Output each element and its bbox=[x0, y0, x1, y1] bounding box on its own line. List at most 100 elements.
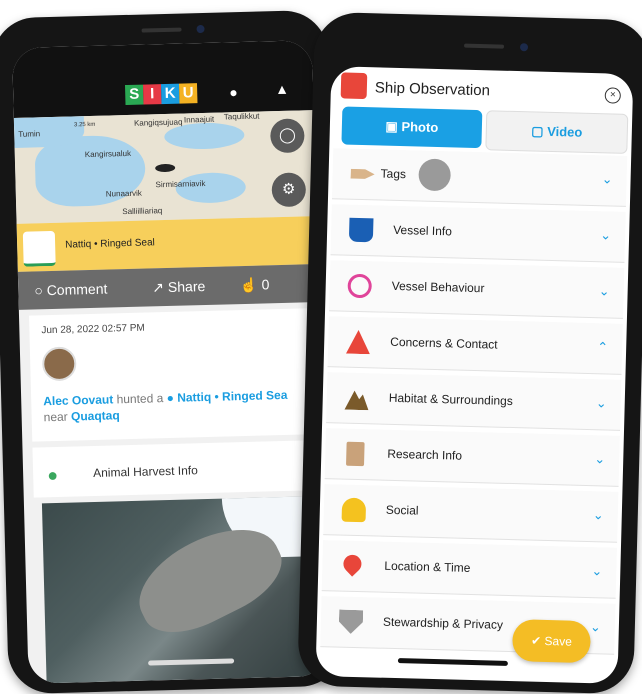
tab-photo[interactable]: ▣ Photo bbox=[341, 106, 483, 149]
check-circle-icon: ✔ bbox=[530, 633, 545, 648]
map-label: Taqulikkut bbox=[223, 111, 260, 122]
seal-marker-icon[interactable] bbox=[155, 163, 176, 173]
siku-logo[interactable]: S I K U bbox=[124, 83, 198, 106]
section-tags[interactable]: Tags ⌄ bbox=[331, 148, 628, 207]
species-link[interactable]: Nattiq • Ringed Sea bbox=[177, 388, 288, 405]
vessel-behaviour-icon bbox=[347, 273, 373, 299]
section-research-info[interactable]: Research Info ⌄ bbox=[324, 428, 620, 487]
chevron-up-icon: ⌃ bbox=[597, 339, 609, 355]
post-text: Alec Oovaut hunted a ● Nattiq • Ringed S… bbox=[43, 386, 324, 425]
section-label: Stewardship & Privacy bbox=[382, 614, 504, 632]
thumbs-up-icon: ☝ bbox=[240, 276, 262, 294]
map-label: Kangiqsujuaq bbox=[133, 117, 183, 128]
section-label: Concerns & Contact bbox=[390, 334, 498, 352]
map-view[interactable]: Tumin 3.25 km Kangiqsujuaq Innaajuit Taq… bbox=[13, 110, 317, 224]
logo-letter-i: I bbox=[142, 84, 162, 105]
section-label: Vessel Info bbox=[393, 222, 453, 239]
ship-icon bbox=[348, 217, 374, 243]
logo-letter-k: K bbox=[160, 83, 180, 105]
chat-bubble-icon[interactable]: ● bbox=[229, 84, 238, 100]
logo-letter-s: S bbox=[124, 84, 144, 106]
section-social[interactable]: Social ⌄ bbox=[323, 484, 619, 543]
right-phone: Ship Observation × ▣ Photo ▢ Video Tags … bbox=[297, 11, 642, 694]
chevron-down-icon: ⌄ bbox=[594, 451, 606, 467]
section-location-time[interactable]: Location & Time ⌄ bbox=[321, 540, 617, 599]
section-label: Social bbox=[385, 502, 419, 518]
seal-thumbnail-icon bbox=[22, 230, 56, 267]
speaker-grille bbox=[463, 43, 505, 49]
section-label: Location & Time bbox=[384, 558, 471, 575]
shield-icon bbox=[339, 610, 364, 635]
ship-observation-screen: Ship Observation × ▣ Photo ▢ Video Tags … bbox=[315, 66, 634, 684]
section-vessel-behaviour[interactable]: Vessel Behaviour ⌄ bbox=[329, 260, 625, 319]
chevron-down-icon: ⌄ bbox=[591, 563, 603, 579]
section-label: Vessel Behaviour bbox=[391, 278, 485, 296]
location-pin-icon bbox=[339, 551, 366, 577]
observation-banner[interactable]: Nattiq • Ringed Seal bbox=[16, 216, 318, 272]
video-icon: ▢ bbox=[531, 123, 548, 139]
gear-icon[interactable]: ⚙ bbox=[271, 172, 307, 208]
section-concerns-contact[interactable]: Concerns & Contact ⌃ bbox=[327, 316, 623, 375]
post-actions-bar: ○ Comment ↗ Share ☝ 0 bbox=[17, 264, 319, 310]
chevron-down-icon: ⌄ bbox=[592, 507, 605, 523]
avatar[interactable] bbox=[418, 158, 452, 192]
map-label: Nunaarvik bbox=[105, 188, 142, 199]
harvest-photo[interactable] bbox=[41, 495, 329, 684]
post-near: near bbox=[43, 409, 68, 425]
section-habitat-surroundings[interactable]: Habitat & Surroundings ⌄ bbox=[326, 372, 622, 431]
harvest-label: Animal Harvest Info bbox=[92, 463, 199, 480]
bell-icon[interactable]: ▲ bbox=[275, 81, 289, 97]
page-title: Ship Observation bbox=[374, 79, 491, 100]
post-date: Jun 28, 2022 02:57 PM bbox=[41, 322, 145, 337]
person-icon bbox=[341, 497, 367, 523]
siku-app-screen: S I K U ● ▲ Tumin 3.25 km Kangiqsujuaq I… bbox=[11, 40, 329, 684]
logo-letter-u: U bbox=[178, 83, 198, 104]
section-vessel-info[interactable]: Vessel Info ⌄ bbox=[330, 204, 626, 263]
tab-video-label: Video bbox=[546, 123, 583, 140]
front-camera bbox=[519, 43, 529, 52]
save-button[interactable]: ✔ Save bbox=[511, 619, 592, 664]
comment-icon: ○ bbox=[34, 282, 47, 299]
map-label: Tumin bbox=[18, 129, 41, 139]
section-label: Research Info bbox=[387, 446, 463, 463]
section-label: Tags bbox=[380, 166, 407, 182]
map-label: Sirmisarniavik bbox=[155, 178, 206, 190]
section-label: Habitat & Surroundings bbox=[388, 390, 514, 409]
like-button[interactable]: ☝ 0 bbox=[240, 276, 270, 294]
close-icon[interactable]: × bbox=[604, 87, 621, 104]
paw-icon: ● bbox=[166, 390, 175, 406]
map-label: Kangirsualuk bbox=[84, 148, 132, 160]
paw-icon: ● bbox=[46, 464, 59, 486]
tab-video[interactable]: ▢ Video bbox=[485, 110, 629, 154]
map-label: Innaajuit bbox=[183, 114, 215, 125]
comment-button[interactable]: ○ Comment bbox=[34, 281, 107, 299]
harvest-info-section[interactable]: ● Animal Harvest Info bbox=[32, 439, 324, 498]
app-top-bar: S I K U ● ▲ bbox=[11, 40, 314, 118]
tab-photo-label: Photo bbox=[401, 119, 439, 135]
chevron-down-icon: ⌄ bbox=[595, 395, 607, 411]
share-button[interactable]: ↗ Share bbox=[152, 278, 205, 296]
post-card: Jun 28, 2022 02:57 PM Alec Oovaut hunted… bbox=[29, 308, 324, 442]
share-label: Share bbox=[167, 278, 206, 295]
globe-icon[interactable]: ◯ bbox=[269, 118, 305, 154]
share-icon: ↗ bbox=[152, 278, 169, 296]
speaker-grille bbox=[141, 27, 182, 33]
place-link[interactable]: Quaqtaq bbox=[71, 408, 120, 423]
ship-logo-icon bbox=[340, 72, 368, 100]
warning-icon bbox=[346, 330, 371, 355]
clipboard-icon bbox=[346, 441, 365, 467]
chevron-down-icon: ⌄ bbox=[601, 171, 613, 187]
map-scale-label: 3.25 km bbox=[73, 121, 96, 129]
front-camera bbox=[196, 24, 205, 34]
like-count: 0 bbox=[261, 276, 270, 293]
banner-species: Nattiq • Ringed Seal bbox=[65, 237, 155, 251]
save-label: Save bbox=[544, 633, 573, 649]
avatar[interactable] bbox=[41, 346, 77, 382]
chevron-down-icon: ⌄ bbox=[600, 227, 612, 243]
mountain-icon bbox=[344, 386, 369, 411]
author-link[interactable]: Alec Oovaut bbox=[43, 392, 113, 408]
chevron-down-icon: ⌄ bbox=[598, 283, 610, 299]
map-label: Salliilliariaq bbox=[122, 206, 163, 217]
post-verb: hunted a bbox=[116, 391, 164, 407]
chevron-down-icon: ⌄ bbox=[589, 619, 602, 635]
